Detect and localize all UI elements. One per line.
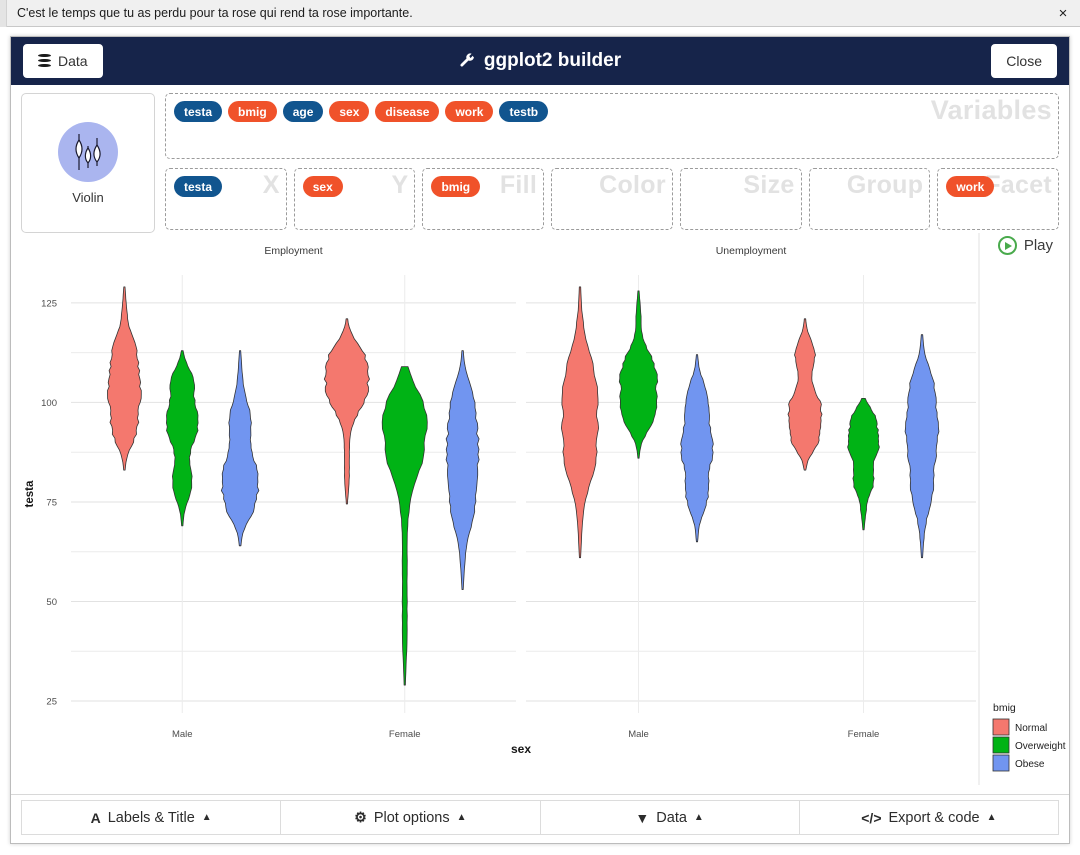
aes-slot-group[interactable]: Group <box>808 168 931 230</box>
legend-title: bmig <box>993 702 1016 714</box>
toolbar-button-label: Labels & Title <box>107 809 195 826</box>
violin-normal-male <box>561 286 599 559</box>
violin-obese-male <box>680 354 714 543</box>
ggplot-builder-window: Data ggplot2 builder Close Violin Variab… <box>10 36 1070 844</box>
facet-label: Unemployment <box>716 245 787 257</box>
aesthetics-panel: Violin Variables testa bmig age sex disease w… <box>11 85 1069 233</box>
aes-slot-label-group: Group <box>846 171 924 199</box>
variables-dropzone[interactable]: Variables testa bmig age sex disease work test… <box>165 93 1059 159</box>
violin-obese-female <box>445 350 480 590</box>
notification-accent <box>0 0 7 27</box>
aes-slot-size[interactable]: Size <box>679 168 802 230</box>
geom-selector-violin[interactable]: Violin <box>21 93 155 233</box>
legend-swatch-normal <box>992 718 1010 736</box>
violin-chart: Employment Unemployment 25 50 75 100 125 testa s… <box>24 233 1066 785</box>
caret-up-icon: ▲ <box>986 812 997 823</box>
toolbar-button-data[interactable]: ▼ Data ▲ <box>540 800 800 835</box>
x-tick-label: Female <box>389 729 421 740</box>
aesthetic-slot-row: Xtesta Ysex Fill bmig Color Size Group Facet wor… <box>165 168 1060 233</box>
violin-obese-female <box>904 334 940 559</box>
data-button[interactable]: Data <box>23 44 103 78</box>
x-tick-label: Female <box>848 729 880 740</box>
violin-obese-male <box>220 350 260 547</box>
aes-slot-color[interactable]: Color <box>551 168 673 230</box>
violin-overweight-female <box>847 398 880 531</box>
violin-overweight-male <box>618 290 659 459</box>
violin-normal-female <box>787 318 823 471</box>
aesthetics-zones: Variables testa bmig age sex disease work test… <box>165 93 1060 233</box>
y-tick-label: 25 <box>46 697 57 708</box>
legend-label-normal: Normal <box>1015 723 1047 734</box>
y-axis-label: testa <box>24 480 36 507</box>
variable-pill-bmig[interactable]: bmig <box>228 101 277 122</box>
aes-pill-work[interactable]: work <box>946 176 995 197</box>
violin-normal-male <box>107 286 142 471</box>
geom-label: Violin <box>72 189 104 205</box>
plot-area: Play Employment Unemployment 25 50 75 100 125 t… <box>11 233 1069 788</box>
aes-slot-label-facet: Facet <box>985 171 1053 199</box>
data-button-label: Data <box>58 53 88 69</box>
toolbar-button-label: Plot options <box>373 809 450 826</box>
sliders-icon: ⚙ <box>354 809 367 825</box>
aes-slot-label-x: X <box>262 171 280 199</box>
caret-up-icon: ▲ <box>201 812 212 823</box>
y-tick-label: 75 <box>46 497 57 508</box>
close-button[interactable]: Close <box>991 44 1057 78</box>
aes-slot-label-y: Y <box>391 171 409 199</box>
toolbar-button-label: Export & code <box>888 809 980 826</box>
filter-icon: ▼ <box>635 809 650 826</box>
legend-label-overweight: Overweight <box>1015 741 1066 752</box>
legend-label-obese: Obese <box>1015 759 1045 770</box>
variable-pill-testa[interactable]: testa <box>174 101 223 122</box>
variable-pill-work[interactable]: work <box>445 101 494 122</box>
builder-title-text: ggplot2 builder <box>483 50 622 71</box>
violin-plot-icon <box>58 121 118 182</box>
aes-slot-x[interactable]: Xtesta <box>165 168 287 230</box>
wrench-icon <box>460 52 474 67</box>
y-tick-label: 125 <box>41 298 57 309</box>
variable-pill-disease[interactable]: disease <box>375 101 440 122</box>
code-icon: </> <box>861 809 882 826</box>
toolbar-button-export-code[interactable]: </> Export & code ▲ <box>799 800 1059 835</box>
legend-swatch-obese <box>992 754 1010 772</box>
aes-pill-sex[interactable]: sex <box>302 176 343 197</box>
notification-text: C'est le temps que tu as perdu pour ta r… <box>17 6 413 20</box>
builder-header: Data ggplot2 builder Close <box>11 37 1069 85</box>
aes-slot-fill[interactable]: Fill bmig <box>422 168 545 230</box>
bottom-toolbar: A Labels & Title ▲ ⚙ Plot options ▲ ▼ Data ▲ </> E… <box>11 794 1069 843</box>
variable-pill-sex[interactable]: sex <box>329 101 370 122</box>
caret-up-icon: ▲ <box>693 812 704 823</box>
database-icon <box>38 54 51 68</box>
toolbar-button-label: Data <box>656 809 687 826</box>
y-tick-label: 50 <box>46 597 57 608</box>
notification-bar: C'est le temps que tu as perdu pour ta r… <box>0 0 1080 27</box>
variables-zone-label: Variables <box>930 95 1052 125</box>
aes-slot-label-fill: Fill <box>499 171 538 199</box>
y-tick-label: 100 <box>41 398 57 409</box>
x-axis-label: sex <box>511 742 531 756</box>
legend-swatch-overweight <box>992 736 1010 754</box>
close-icon[interactable]: × <box>1046 0 1080 27</box>
aes-pill-bmig[interactable]: bmig <box>431 176 481 197</box>
aes-slot-facet[interactable]: Facet work <box>937 168 1060 230</box>
violin-overweight-female <box>381 366 428 686</box>
toolbar-button-plot-options[interactable]: ⚙ Plot options ▲ <box>281 800 541 835</box>
caret-up-icon: ▲ <box>456 812 467 823</box>
variable-pill-age[interactable]: age <box>282 101 324 122</box>
facet-label: Employment <box>264 245 322 257</box>
variable-pill-testb[interactable]: testb <box>499 101 549 122</box>
aes-slot-label-color: Color <box>599 171 666 199</box>
aes-slot-label-size: Size <box>743 171 795 199</box>
font-icon: A <box>90 809 101 826</box>
x-tick-label: Male <box>628 729 649 740</box>
violin-normal-female <box>323 318 370 505</box>
aes-pill-testa[interactable]: testa <box>174 176 223 197</box>
x-tick-label: Male <box>172 729 193 740</box>
toolbar-button-labels-title[interactable]: A Labels & Title ▲ <box>21 800 282 835</box>
aes-slot-y[interactable]: Ysex <box>293 168 416 230</box>
violin-overweight-male <box>166 350 199 527</box>
page-title: ggplot2 builder <box>11 50 1069 72</box>
